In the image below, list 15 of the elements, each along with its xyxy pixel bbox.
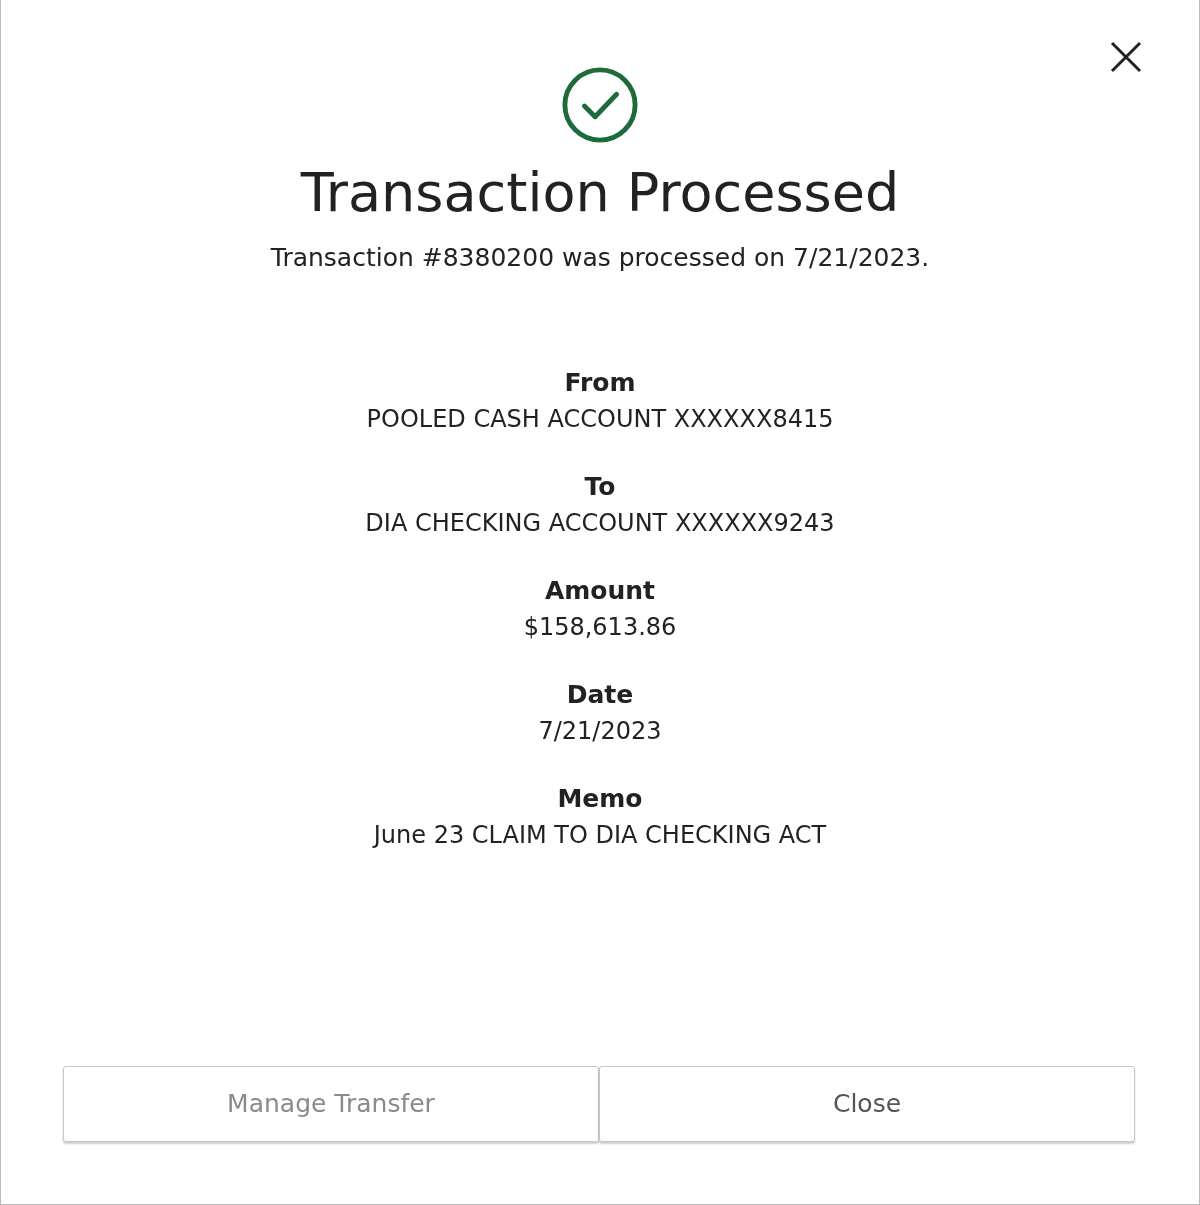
detail-value: 7/21/2023 [538, 716, 662, 746]
close-button[interactable]: Close [599, 1066, 1135, 1142]
detail-label: Amount [544, 576, 656, 606]
detail-label: From [564, 368, 636, 398]
detail-label: To [584, 472, 616, 502]
detail-value: DIA CHECKING ACCOUNT XXXXXX9243 [365, 508, 835, 538]
detail-value: June 23 CLAIM TO DIA CHECKING ACT [373, 820, 827, 850]
check-circle-icon [561, 66, 639, 144]
close-icon[interactable] [1109, 40, 1143, 74]
confirmation-message: Transaction #8380200 was processed on 7/21/2023. [270, 242, 930, 274]
dialog-title: Transaction Processed [300, 160, 900, 226]
detail-label: Memo [557, 784, 643, 814]
detail-label: Date [566, 680, 634, 710]
detail-value: $158,613.86 [523, 612, 677, 642]
detail-value: POOLED CASH ACCOUNT XXXXXX8415 [366, 404, 834, 434]
